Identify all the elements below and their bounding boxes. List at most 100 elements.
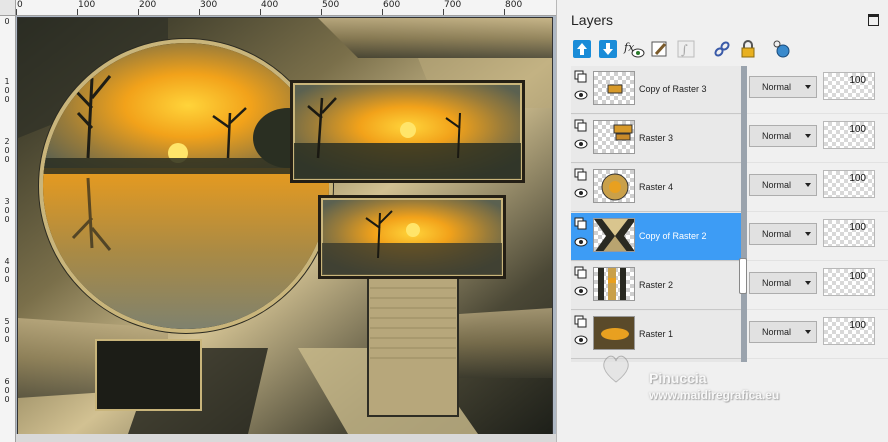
ruler-tick-label: 500 [322, 0, 340, 10]
ruler-tick-label: 700 [444, 0, 462, 10]
layer-properties: Normal 100 Normal 100 Normal 100 Normal … [747, 66, 888, 362]
ruler-tick-label: 400 [261, 0, 279, 10]
artwork [18, 18, 552, 434]
layer-name: Raster 2 [639, 280, 674, 290]
layer-name: Copy of Raster 3 [639, 84, 707, 94]
heart-logo-icon [603, 355, 629, 383]
layer-properties-row: Normal 100 [747, 115, 888, 163]
chevron-down-icon [805, 134, 811, 138]
visibility-eye-icon[interactable] [574, 333, 588, 347]
document-image[interactable] [17, 17, 553, 435]
layer-group-icon[interactable] [574, 315, 588, 329]
opacity-field[interactable]: 100 [823, 170, 875, 198]
ruler-tick-label: 200 [4, 137, 10, 164]
mask-icon[interactable] [771, 38, 793, 60]
layer-group-icon[interactable] [574, 217, 588, 231]
brush-icon[interactable] [649, 38, 671, 60]
ruler-tick-label: 600 [383, 0, 401, 10]
visibility-eye-icon[interactable] [574, 186, 588, 200]
horizontal-scrollbar[interactable] [16, 434, 556, 442]
visibility-eye-icon[interactable] [574, 137, 588, 151]
panel-maximize-icon[interactable] [868, 14, 879, 26]
move-layer-up-icon[interactable] [571, 38, 593, 60]
chevron-down-icon [805, 232, 811, 236]
layer-row[interactable]: Raster 3 [571, 115, 741, 163]
chevron-down-icon [805, 85, 811, 89]
layers-list: Copy of Raster 3 Raster 3 Raster 4 Copy … [571, 66, 741, 362]
ruler-corner [0, 0, 16, 16]
ruler-tick [443, 9, 444, 15]
layers-panel: Layers fx ∫ Copy of Raster 3 Raster 3 Ra… [556, 0, 888, 442]
ruler-tick-label: 400 [4, 257, 10, 284]
splitter-handle[interactable] [739, 258, 747, 294]
horizontal-ruler: 0 100 200 300 400 500 600 700 800 [0, 0, 556, 16]
ruler-tick [138, 9, 139, 15]
lock-icon[interactable] [737, 38, 759, 60]
ruler-tick [16, 9, 17, 15]
canvas-area[interactable]: 0 100 200 300 400 500 600 700 800 0 100 200 300 400 5… [0, 0, 556, 442]
layer-name: Raster 3 [639, 133, 674, 143]
layer-thumbnail [593, 316, 635, 350]
layer-thumbnail [593, 120, 635, 154]
opacity-field[interactable]: 100 [823, 219, 875, 247]
fx-eye-icon[interactable]: fx [623, 38, 645, 60]
visibility-eye-icon[interactable] [574, 88, 588, 102]
layer-name: Raster 1 [639, 329, 674, 339]
fx-icon[interactable]: ∫ [675, 38, 697, 60]
ruler-tick [77, 9, 78, 15]
layer-row[interactable]: Raster 2 [571, 262, 741, 310]
layer-properties-row: Normal 100 [747, 262, 888, 310]
ruler-tick-label: 0 [17, 0, 23, 10]
opacity-field[interactable]: 100 [823, 317, 875, 345]
blend-mode-dropdown[interactable]: Normal [749, 76, 817, 98]
layer-properties-row: Normal 100 [747, 164, 888, 212]
ruler-tick-label: 300 [200, 0, 218, 10]
ruler-tick-label: 200 [139, 0, 157, 10]
move-layer-down-icon[interactable] [597, 38, 619, 60]
ruler-tick [199, 9, 200, 15]
layer-thumbnail [593, 71, 635, 105]
visibility-eye-icon[interactable] [574, 284, 588, 298]
ruler-tick [260, 9, 261, 15]
layer-group-icon[interactable] [574, 168, 588, 182]
layer-row[interactable]: Copy of Raster 3 [571, 66, 741, 114]
ruler-tick-label: 500 [4, 317, 10, 344]
blend-mode-dropdown[interactable]: Normal [749, 321, 817, 343]
vertical-ruler: 0 100 200 300 400 500 600 [0, 15, 16, 442]
visibility-eye-icon[interactable] [574, 235, 588, 249]
layer-name: Raster 4 [639, 182, 674, 192]
ruler-tick-label: 800 [505, 0, 523, 10]
watermark-site: www.maidiregrafica.eu [649, 388, 780, 402]
ruler-tick [504, 9, 505, 15]
blend-mode-dropdown[interactable]: Normal [749, 272, 817, 294]
chevron-down-icon [805, 183, 811, 187]
layer-properties-row: Normal 100 [747, 66, 888, 114]
opacity-field[interactable]: 100 [823, 72, 875, 100]
blend-mode-dropdown[interactable]: Normal [749, 125, 817, 147]
layer-thumbnail [593, 267, 635, 301]
opacity-field[interactable]: 100 [823, 268, 875, 296]
svg-text:∫: ∫ [681, 43, 688, 58]
opacity-field[interactable]: 100 [823, 121, 875, 149]
ruler-tick-label: 300 [4, 197, 10, 224]
layer-properties-row: Normal 100 [747, 213, 888, 261]
ruler-tick-label: 600 [4, 377, 10, 404]
ruler-tick-label: 0 [4, 17, 10, 26]
watermark-name: Pinuccia [649, 370, 707, 386]
ruler-tick-label: 100 [4, 77, 10, 104]
layer-group-icon[interactable] [574, 119, 588, 133]
layer-row[interactable]: Copy of Raster 2 [571, 213, 741, 261]
ruler-tick [321, 9, 322, 15]
panel-title: Layers [571, 12, 614, 28]
blend-mode-dropdown[interactable]: Normal [749, 174, 817, 196]
layer-thumbnail [593, 169, 635, 203]
ruler-tick-label: 100 [78, 0, 96, 10]
blend-mode-dropdown[interactable]: Normal [749, 223, 817, 245]
link-icon[interactable] [711, 38, 733, 60]
layer-group-icon[interactable] [574, 70, 588, 84]
layer-group-icon[interactable] [574, 266, 588, 280]
layer-name: Copy of Raster 2 [639, 231, 707, 241]
layer-thumbnail [593, 218, 635, 252]
layer-row[interactable]: Raster 4 [571, 164, 741, 212]
watermark: Pinuccia www.maidiregrafica.eu [585, 352, 825, 412]
